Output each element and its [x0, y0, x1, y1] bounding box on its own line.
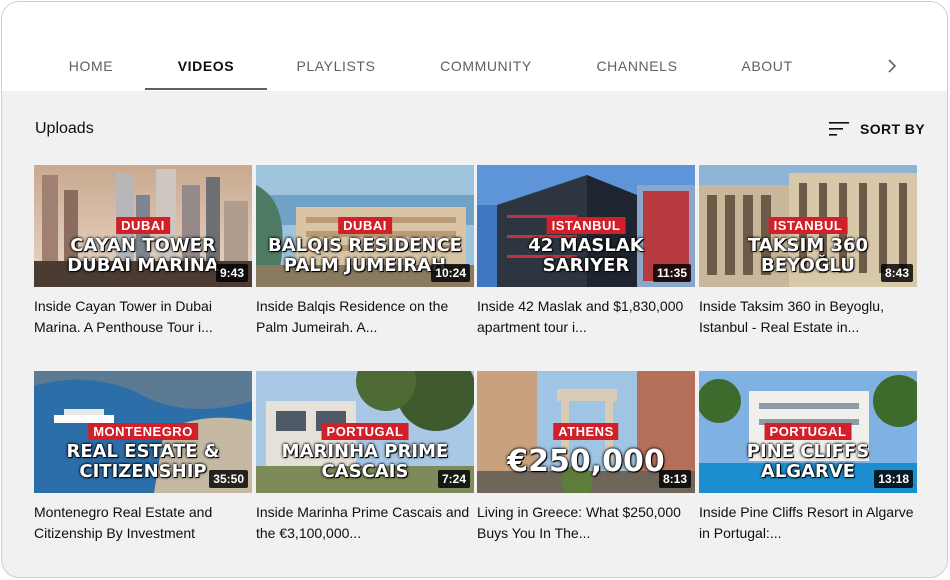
video-thumbnail[interactable]: ATHENS €250,000 8:13: [477, 371, 695, 493]
video-duration: 10:24: [431, 264, 470, 282]
video-card[interactable]: DUBAI BALQIS RESIDENCE PALM JUMEIRAH 10:…: [256, 165, 474, 338]
video-card[interactable]: PORTUGAL PINE CLIFFS ALGARVE 13:18 Insid…: [699, 371, 917, 544]
tab-label: HOME: [68, 58, 114, 74]
video-title[interactable]: Living in Greece: What $250,000 Buys You…: [477, 502, 695, 544]
sort-by-button[interactable]: SORT BY: [828, 118, 925, 140]
video-duration: 9:43: [215, 264, 248, 282]
video-title[interactable]: Inside Taksim 360 in Beyoglu, Istanbul -…: [699, 296, 917, 338]
tab-videos[interactable]: VIDEOS: [145, 58, 267, 90]
video-thumbnail[interactable]: PORTUGAL PINE CLIFFS ALGARVE 13:18: [699, 371, 917, 493]
video-title[interactable]: Inside Cayan Tower in Dubai Marina. A Pe…: [34, 296, 252, 338]
section-title: Uploads: [35, 120, 94, 137]
chevron-right-icon: [888, 59, 897, 73]
video-duration: 8:43: [880, 264, 913, 282]
video-card[interactable]: PORTUGAL MARINHA PRIME CASCAIS 7:24 Insi…: [256, 371, 474, 544]
video-thumbnail[interactable]: DUBAI BALQIS RESIDENCE PALM JUMEIRAH 10:…: [256, 165, 474, 287]
video-thumbnail[interactable]: ISTANBUL TAKSIM 360 BEYOĞLU 8:43: [699, 165, 917, 287]
location-tag: PORTUGAL: [764, 423, 852, 440]
video-title[interactable]: Inside Marinha Prime Cascais and the €3,…: [256, 502, 474, 544]
location-tag: ATHENS: [553, 423, 619, 440]
tab-label: COMMUNITY: [440, 58, 532, 74]
channel-tab-bar: HOME VIDEOS PLAYLISTS COMMUNITY CHANNELS…: [2, 2, 947, 91]
tab-about[interactable]: ABOUT: [730, 58, 804, 90]
tabs-scroll-right-button[interactable]: [878, 52, 906, 80]
video-duration: 8:13: [658, 470, 691, 488]
video-duration: 35:50: [209, 470, 248, 488]
video-title[interactable]: Montenegro Real Estate and Citizenship B…: [34, 502, 252, 544]
tab-label: PLAYLISTS: [296, 58, 376, 74]
video-card[interactable]: MONTENEGRO REAL ESTATE & CITIZENSHIP 35:…: [34, 371, 252, 544]
video-duration: 11:35: [652, 264, 691, 282]
video-thumbnail[interactable]: MONTENEGRO REAL ESTATE & CITIZENSHIP 35:…: [34, 371, 252, 493]
video-card[interactable]: ISTANBUL TAKSIM 360 BEYOĞLU 8:43 Inside …: [699, 165, 917, 338]
video-duration: 13:18: [874, 470, 913, 488]
video-thumbnail[interactable]: PORTUGAL MARINHA PRIME CASCAIS 7:24: [256, 371, 474, 493]
tab-home[interactable]: HOME: [57, 58, 125, 90]
sort-icon: [829, 122, 849, 136]
video-title[interactable]: Inside Balqis Residence on the Palm Jume…: [256, 296, 474, 338]
tab-label: ABOUT: [741, 58, 793, 74]
tab-label: CHANNELS: [596, 58, 678, 74]
tab-channels[interactable]: CHANNELS: [587, 58, 687, 90]
video-thumbnail[interactable]: ISTANBUL 42 MASLAK SARIYER 11:35: [477, 165, 695, 287]
location-tag: ISTANBUL: [768, 217, 848, 234]
tab-playlists[interactable]: PLAYLISTS: [286, 58, 386, 90]
video-thumbnail[interactable]: DUBAI CAYAN TOWER DUBAI MARINA 9:43: [34, 165, 252, 287]
channel-page: HOME VIDEOS PLAYLISTS COMMUNITY CHANNELS…: [1, 1, 948, 578]
video-card[interactable]: ISTANBUL 42 MASLAK SARIYER 11:35 Inside …: [477, 165, 695, 338]
video-card[interactable]: ATHENS €250,000 8:13 Living in Greece: W…: [477, 371, 695, 544]
tab-community[interactable]: COMMUNITY: [429, 58, 543, 90]
location-tag: DUBAI: [338, 217, 392, 234]
location-tag: MONTENEGRO: [88, 423, 198, 440]
video-title[interactable]: Inside Pine Cliffs Resort in Algarve in …: [699, 502, 917, 544]
video-title[interactable]: Inside 42 Maslak and $1,830,000 apartmen…: [477, 296, 695, 338]
tab-label: VIDEOS: [177, 58, 235, 74]
location-tag: ISTANBUL: [546, 217, 626, 234]
sort-by-label: SORT BY: [860, 121, 926, 137]
location-tag: DUBAI: [116, 217, 170, 234]
video-card[interactable]: DUBAI CAYAN TOWER DUBAI MARINA 9:43 Insi…: [34, 165, 252, 338]
location-tag: PORTUGAL: [321, 423, 409, 440]
video-duration: 7:24: [437, 470, 470, 488]
